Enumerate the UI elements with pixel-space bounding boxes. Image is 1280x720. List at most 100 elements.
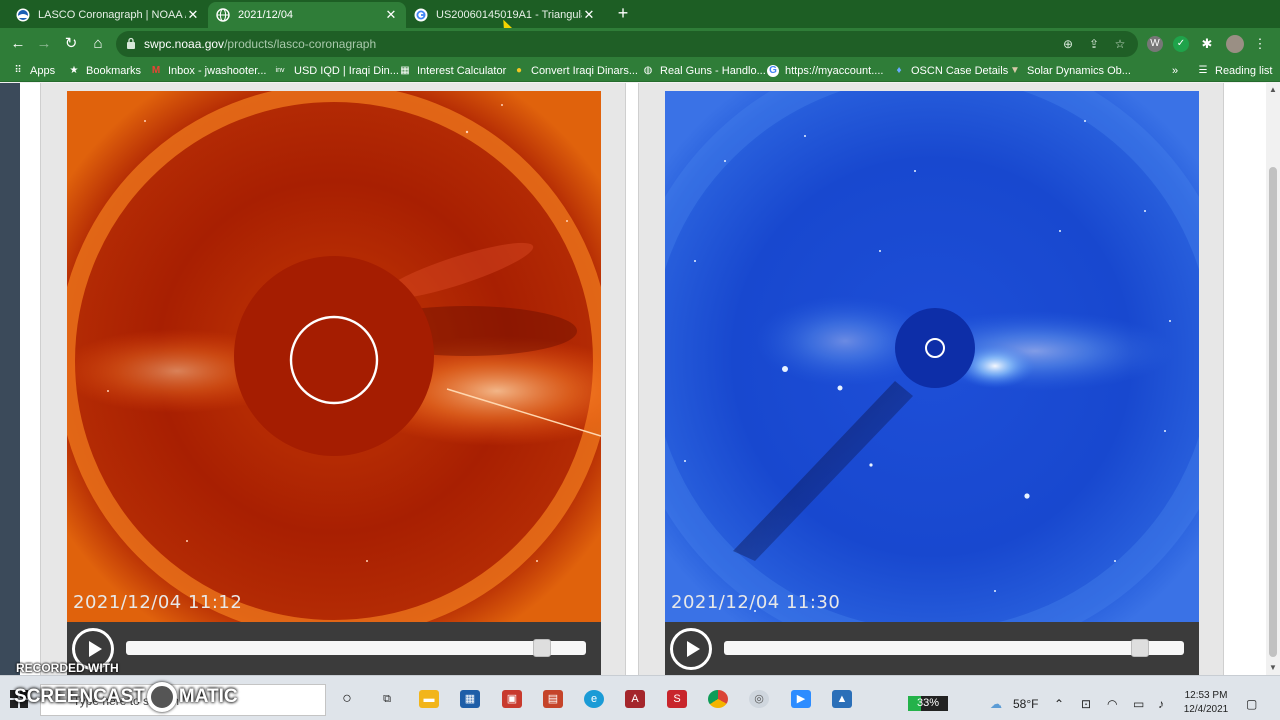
tab-date[interactable]: 2021/12/04 ✕ [208,2,406,28]
edge-icon[interactable]: e [584,690,604,708]
address-bar[interactable]: swpc.noaa.gov/products/lasco-coronagraph… [116,31,1138,57]
google-icon [414,8,428,22]
reading-list-button[interactable]: ☰ Reading list [1197,63,1273,79]
star-icon: ★ [69,65,79,76]
globe-icon [216,8,230,22]
bookmarks-bar: ⠿ Apps ★ Bookmarks M Inbox - jwashooter... … [0,60,1280,82]
scroll-up-arrow-icon[interactable]: ▲ [1268,85,1278,94]
lasco-c3-image [665,91,1199,623]
investing-icon: inv [275,67,285,74]
lasco-c2-panel: 2021/12/04 11:12 [40,83,626,675]
reading-list-label: Reading list [1215,65,1273,77]
screencast-icon[interactable]: ◎ [749,690,769,708]
bookmark-label: Inbox - jwashooter... [168,65,267,77]
notifications-icon[interactable]: ▢ [1246,697,1257,711]
c3-timestamp: 2021/12/04 11:30 [671,592,841,613]
meet-now-icon[interactable]: ⊡ [1081,697,1091,711]
clock-time: 12:53 PM [1184,690,1228,701]
screencast-lens-icon [146,682,177,712]
lock-icon [127,37,135,49]
globe-icon: ◍ [643,65,653,76]
bookmark-label: Bookmarks [86,65,142,77]
chrome-icon[interactable] [708,690,728,708]
bookmark-bookmarks[interactable]: ★ Bookmarks [68,63,142,79]
watermark-recorded-with: RECORDED WITH [16,661,119,675]
zoom-icon[interactable]: ⊕ [1060,36,1076,52]
new-tab-button[interactable]: + [612,4,634,24]
bookmark-gmail[interactable]: M Inbox - jwashooter... [150,63,267,79]
oscn-icon: ♦ [896,65,902,76]
bookmark-label: Real Guns - Handlo... [660,65,766,77]
c2-slider-thumb[interactable] [533,639,551,657]
tab-title: 2021/12/04 [238,9,294,21]
file-explorer-icon[interactable]: ▬ [419,690,439,708]
bookmark-usd-iqd[interactable]: inv USD IQD | Iraqi Din... [272,63,399,79]
bookmarks-overflow-chevron[interactable]: » [1172,63,1178,79]
scrollbar-thumb[interactable] [1269,167,1277,657]
scroll-down-arrow-icon[interactable]: ▼ [1268,663,1278,672]
bookmark-star-icon[interactable]: ☆ [1112,36,1128,52]
play-icon [89,641,102,657]
forward-arrow-icon[interactable]: → [34,34,54,54]
c2-timestamp: 2021/12/04 11:12 [73,592,243,613]
play-icon [687,641,700,657]
tab-strip: LASCO Coronagraph | NOAA / N ✕ 2021/12/0… [0,0,1280,28]
bookmark-solar-dynamics[interactable]: ▼ Solar Dynamics Ob... [1009,63,1131,79]
currency-icon: ● [515,65,523,76]
bookmark-label: Convert Iraqi Dinars... [531,65,638,77]
c2-controls [67,622,601,675]
watermark-right: MATIC [178,686,238,707]
volume-icon[interactable]: ♪ [1158,697,1164,711]
menu-kebab-icon[interactable]: ⋮ [1252,36,1268,52]
weather-temperature[interactable]: 58°F [1013,697,1038,711]
share-icon[interactable]: ⇪ [1086,36,1102,52]
app-s-icon[interactable]: S [667,690,687,708]
taskbar-clock[interactable]: 12:53 PM 12/4/2021 [1180,689,1232,717]
lasco-c2-image [67,91,601,623]
close-icon[interactable]: ✕ [186,7,200,23]
home-icon[interactable]: ⌂ [88,34,108,54]
clock-date: 12/4/2021 [1183,704,1229,715]
c3-frame-slider[interactable] [724,639,1184,657]
photos-icon[interactable]: ▲ [832,690,852,708]
bookmark-convert-dinars[interactable]: ● Convert Iraqi Dinars... [513,63,638,79]
network-icon[interactable]: ◠ [1107,697,1117,711]
bookmark-interest-calculator[interactable]: ▦ Interest Calculator [399,63,506,79]
extension-w-icon[interactable]: W [1147,36,1163,52]
c3-play-button[interactable] [670,628,712,670]
bookmark-myaccount[interactable]: Ghttps://myaccount.... [767,63,883,79]
reading-list-icon: ☰ [1198,65,1208,76]
cortana-icon[interactable]: ○ [337,690,357,708]
bookmark-real-guns[interactable]: ◍ Real Guns - Handlo... [642,63,766,79]
lasco-c3-panel: 2021/12/04 11:30 [638,83,1224,675]
extension-check-icon[interactable]: ✓ [1173,36,1189,52]
bookmark-label: Apps [30,65,56,77]
bookmark-oscn[interactable]: ♦ OSCN Case Details [893,63,1008,79]
weather-cloud-icon: ☁ [990,697,1002,711]
tab-lasco[interactable]: LASCO Coronagraph | NOAA / N ✕ [8,2,208,28]
url-text: swpc.noaa.gov/products/lasco-coronagraph [144,37,376,51]
profile-avatar[interactable] [1226,35,1244,53]
back-arrow-icon[interactable]: ← [8,34,28,54]
page-scrollbar[interactable]: ▲ ▼ [1266,83,1280,675]
app-doc-icon[interactable]: ▤ [543,690,563,708]
task-view-icon[interactable]: ⧉ [377,690,397,708]
bookmark-apps[interactable]: ⠿ Apps [12,63,55,79]
extensions-puzzle-icon[interactable]: ✱ [1199,36,1215,52]
browser-toolbar: ← → ↻ ⌂ swpc.noaa.gov/products/lasco-cor… [0,28,1280,60]
c3-slider-thumb[interactable] [1131,639,1149,657]
battery-indicator: 33% [908,696,948,711]
reload-icon[interactable]: ↻ [61,34,81,54]
store-icon[interactable]: ▦ [460,690,480,708]
watermark-left: SCREENCAST [14,686,145,707]
app-red-icon[interactable]: ▣ [502,690,522,708]
close-icon[interactable]: ✕ [384,7,398,23]
bookmark-label: USD IQD | Iraqi Din... [294,65,399,77]
tray-chevron-up-icon[interactable]: ⌃ [1054,697,1064,711]
close-icon[interactable]: ✕ [582,7,596,23]
access-icon[interactable]: A [625,690,645,708]
c2-frame-slider[interactable] [126,639,586,657]
battery-text: 33% [916,697,940,709]
zoom-app-icon[interactable]: ▶ [791,690,811,708]
battery-tray-icon[interactable]: ▭ [1133,697,1144,711]
